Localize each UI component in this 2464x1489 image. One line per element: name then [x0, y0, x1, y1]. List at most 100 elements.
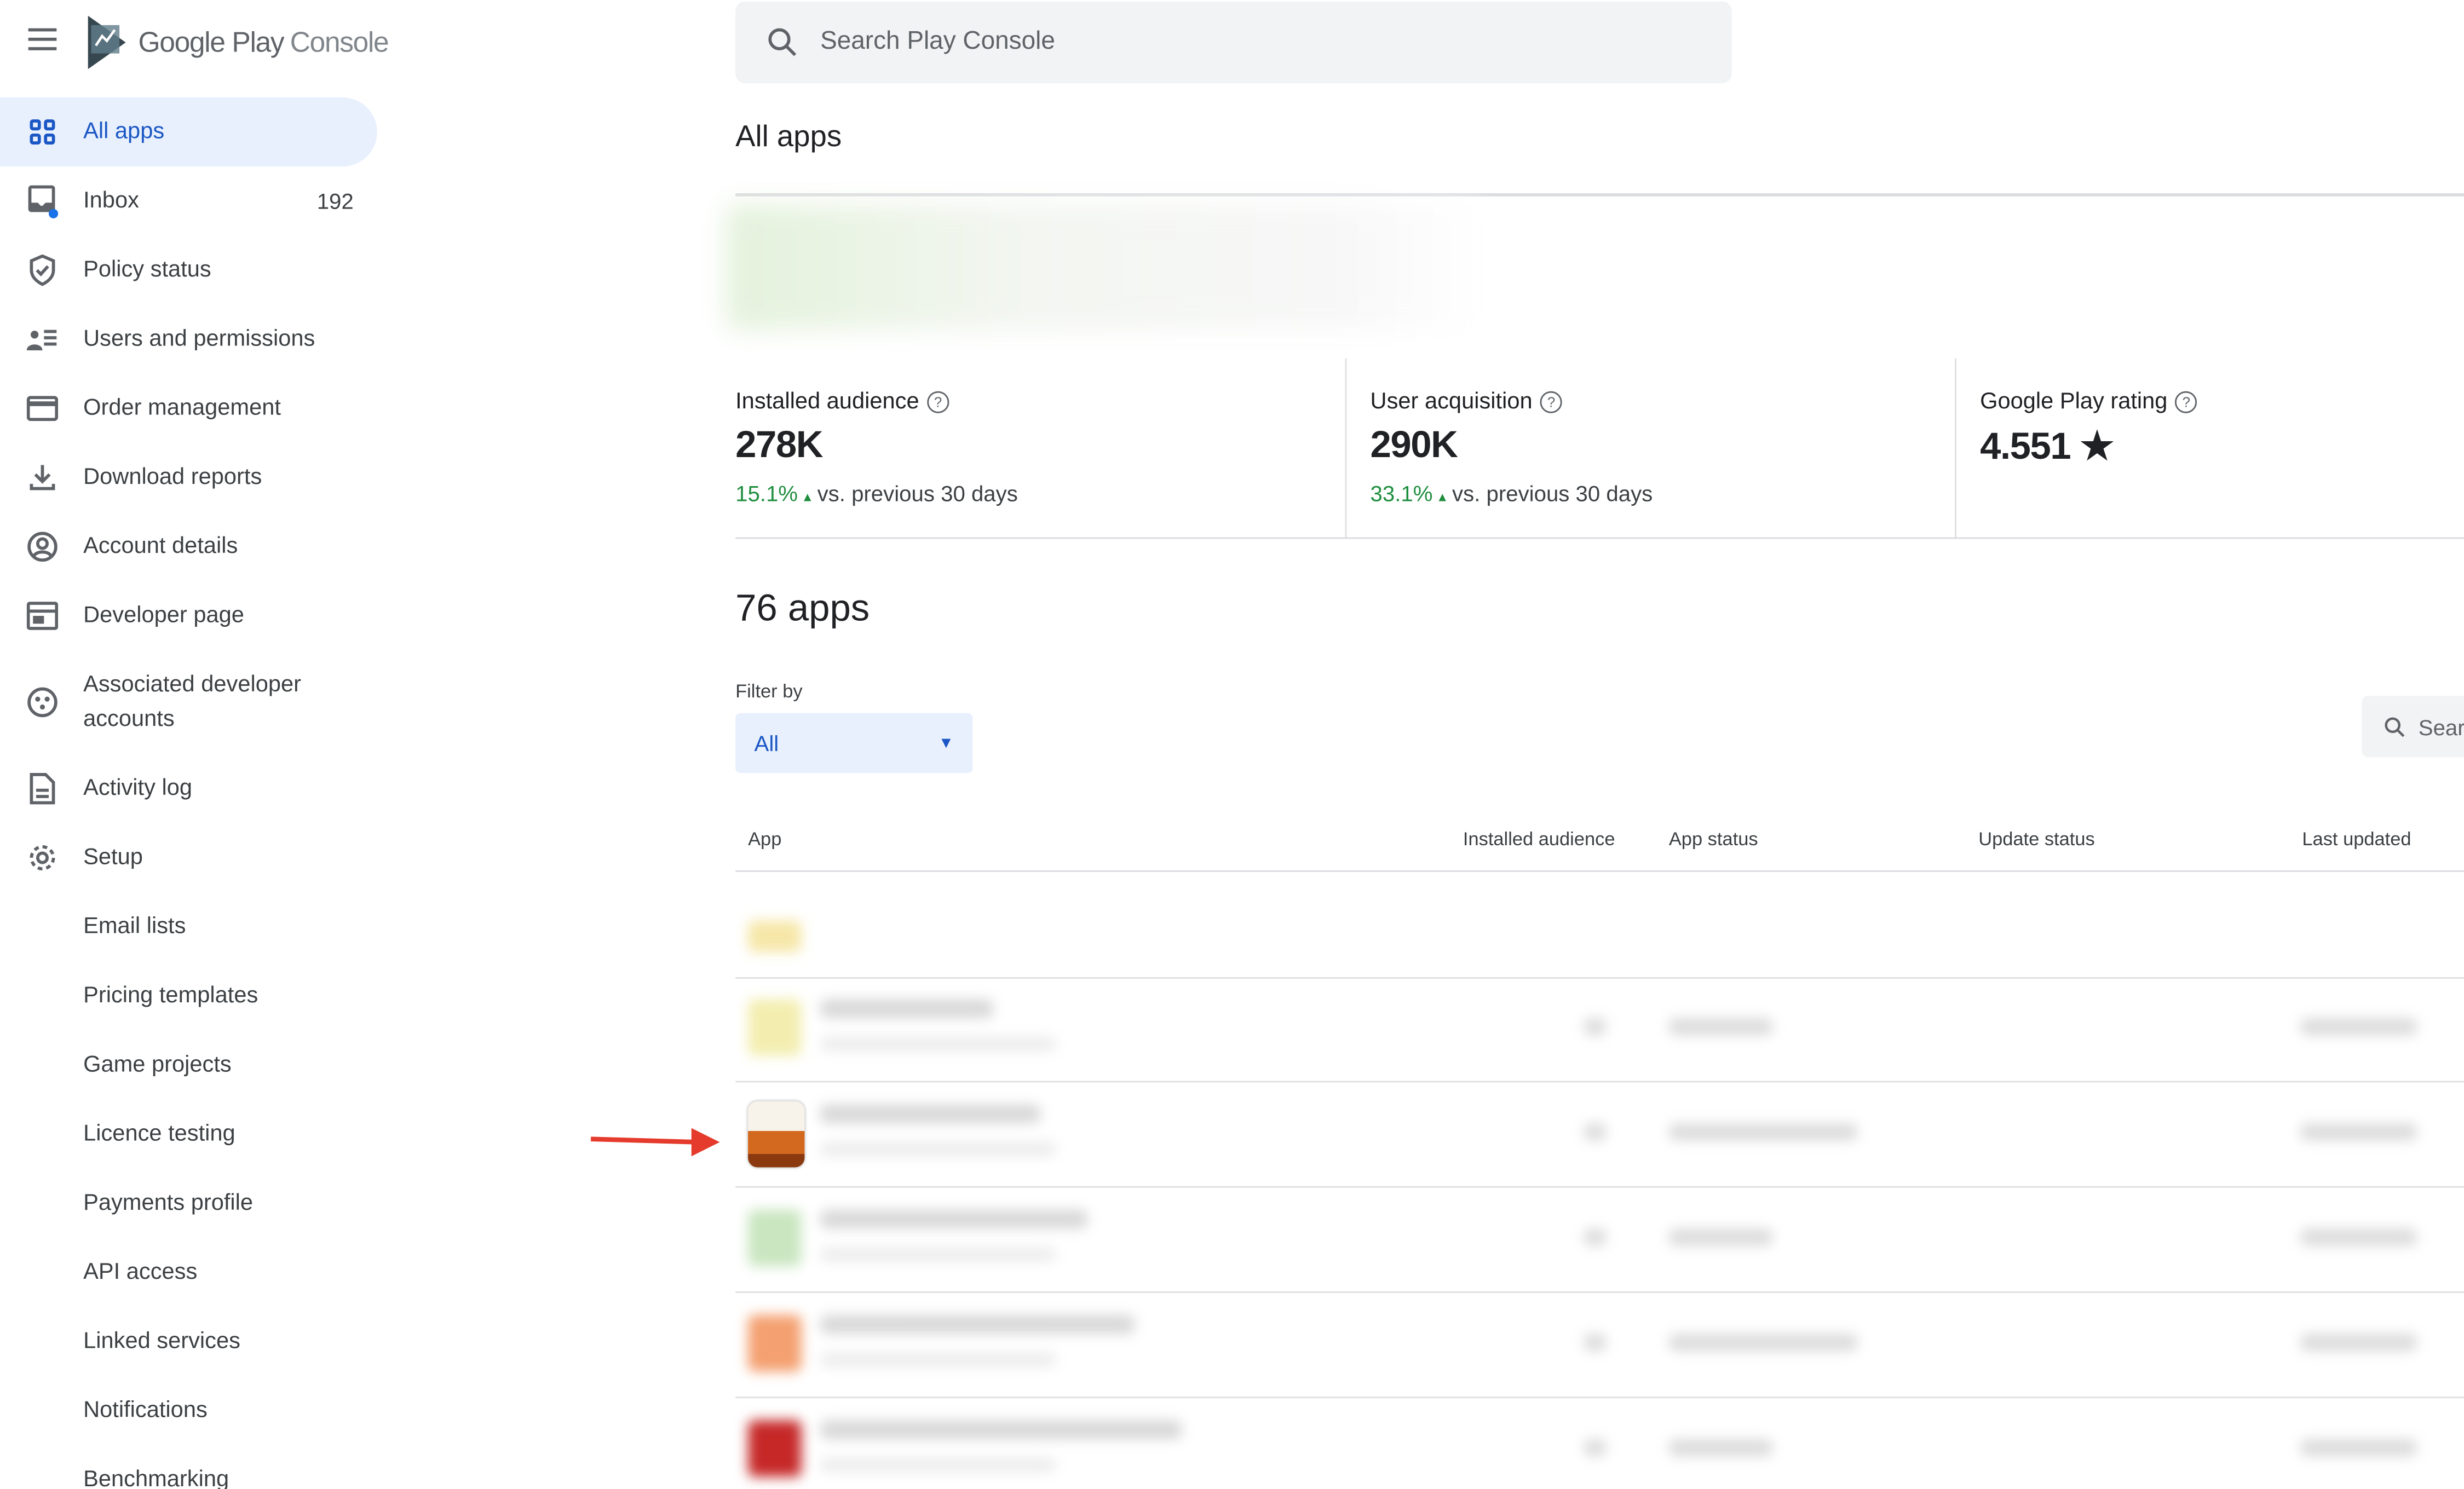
arrow-up-icon: ▲	[1432, 490, 1453, 505]
filter-dropdown[interactable]: All ▼	[735, 713, 973, 773]
search-icon	[2385, 717, 2405, 736]
help-icon[interactable]: ?	[926, 391, 949, 413]
play-logo-icon	[88, 15, 126, 70]
table-row[interactable]	[735, 977, 2464, 1083]
sidebar-item-activity-log[interactable]: Activity log	[0, 754, 377, 823]
sidebar-item-licence-testing[interactable]: Licence testing	[0, 1100, 460, 1169]
metric-change-suffix: vs. previous 30 days	[817, 481, 1018, 506]
app-icon	[748, 920, 802, 953]
web-page-icon	[25, 598, 60, 633]
column-header-last-updated[interactable]: Last updated	[2302, 828, 2411, 850]
sidebar-item-account-details[interactable]: Account details	[0, 512, 377, 581]
sidebar-item-api-access[interactable]: API access	[0, 1238, 460, 1307]
column-header-update-status[interactable]: Update status	[1978, 828, 2095, 850]
sidebar-item-developer-page[interactable]: Developer page	[0, 581, 377, 650]
help-icon[interactable]: ?	[1540, 391, 1563, 413]
sidebar-item-label: Setup	[83, 845, 143, 870]
sidebar-item-label: Developer page	[83, 603, 244, 628]
app-icon	[748, 1420, 802, 1477]
metric-change: 15.1%	[735, 481, 798, 506]
apps-count: 76 apps	[735, 587, 870, 630]
table-row[interactable]	[735, 1188, 2464, 1293]
play-console-logo[interactable]: Google Play Console	[85, 15, 389, 70]
sidebar-item-linked-services[interactable]: Linked services	[0, 1307, 460, 1376]
account-circle-icon	[25, 529, 60, 564]
sidebar-item-game-projects[interactable]: Game projects	[0, 1031, 460, 1100]
table-search-placeholder: Sear	[2418, 714, 2464, 740]
credit-card-icon	[25, 391, 60, 426]
blurred-app-name	[820, 999, 993, 1018]
sidebar-item-label: Linked services	[83, 1329, 240, 1354]
metric-change: 33.1%	[1370, 481, 1433, 506]
blurred-banner	[726, 204, 1481, 330]
metric-installed-audience: Installed audience? 278K 15.1% ▲ vs. pre…	[735, 358, 1347, 539]
sidebar-item-label: Inbox	[83, 188, 139, 214]
blurred-package-name	[820, 1142, 1056, 1157]
star-icon: ★	[2070, 425, 2114, 469]
column-header-installed-audience[interactable]: Installed audience	[1463, 828, 1615, 850]
blurred-app-name	[820, 1209, 1087, 1229]
divider	[735, 537, 2464, 539]
sidebar-item-users-and-permissions[interactable]: Users and permissions	[0, 305, 377, 374]
sidebar-item-benchmarking[interactable]: Benchmarking	[0, 1445, 460, 1489]
menu-icon[interactable]	[28, 28, 57, 50]
blurred-app-name	[820, 1420, 1182, 1439]
sidebar-item-label: Account details	[83, 534, 238, 559]
table-row[interactable]	[735, 1082, 2464, 1188]
column-header-app[interactable]: App	[748, 828, 781, 850]
sidebar-item-order-management[interactable]: Order management	[0, 374, 377, 443]
app-icon	[748, 1315, 802, 1372]
blurred-last-updated	[2300, 1018, 2417, 1036]
blurred-app-status	[1668, 1439, 1773, 1457]
blurred-installed-audience	[1584, 1228, 1607, 1246]
blurred-last-updated	[2300, 1334, 2417, 1352]
blurred-app-status	[1668, 1228, 1773, 1246]
sidebar-item-all-apps[interactable]: All apps	[0, 97, 377, 167]
blurred-installed-audience	[1584, 1334, 1607, 1352]
search-placeholder: Search Play Console	[820, 28, 1055, 55]
table-search-input[interactable]: Sear	[2362, 696, 2464, 758]
sidebar-item-policy-status[interactable]: Policy status	[0, 235, 377, 304]
blurred-app-name	[820, 1315, 1135, 1334]
sidebar-item-label: Users and permissions	[83, 326, 315, 352]
brand-suffix: Console	[290, 26, 389, 57]
table-row[interactable]	[735, 874, 2464, 979]
sidebar-item-inbox[interactable]: Inbox 192	[0, 166, 377, 235]
sidebar-item-label: Email lists	[83, 914, 186, 940]
column-header-app-status[interactable]: App status	[1669, 828, 1758, 850]
blurred-installed-audience	[1584, 1018, 1607, 1036]
sidebar-item-download-reports[interactable]: Download reports	[0, 443, 377, 512]
metric-label: Google Play rating	[1980, 389, 2168, 415]
download-icon	[25, 460, 60, 495]
sidebar-item-email-lists[interactable]: Email lists	[0, 892, 460, 961]
arrow-up-icon: ▲	[798, 490, 818, 505]
help-icon[interactable]: ?	[2175, 391, 2197, 413]
sidebar-item-setup[interactable]: Setup	[0, 823, 377, 892]
sidebar-item-label: Policy status	[83, 257, 211, 283]
app-icon	[748, 1101, 805, 1168]
divider	[735, 193, 2464, 197]
blurred-app-name	[820, 1104, 1040, 1123]
metric-value: 278K	[735, 424, 823, 467]
shield-check-icon	[25, 253, 60, 287]
table-row[interactable]	[735, 1293, 2464, 1399]
search-input[interactable]: Search Play Console	[735, 1, 1732, 84]
sidebar-item-pricing-templates[interactable]: Pricing templates	[0, 961, 460, 1030]
sidebar-item-label: Order management	[83, 396, 281, 422]
sidebar-item-notifications[interactable]: Notifications	[0, 1376, 460, 1445]
gear-icon	[25, 840, 60, 875]
sidebar-item-label: Download reports	[83, 465, 262, 490]
sidebar-item-label: Benchmarking	[83, 1467, 229, 1489]
app-icon	[748, 1209, 802, 1267]
metric-value: 4.551	[1980, 425, 2071, 469]
table-row[interactable]	[735, 1398, 2464, 1489]
sidebar-item-payments-profile[interactable]: Payments profile	[0, 1169, 460, 1238]
divider	[735, 870, 2464, 872]
metric-google-play-rating: Google Play rating? 4.551 ★	[1980, 358, 2451, 539]
sidebar-item-associated-developer-accounts[interactable]: Associated developer accounts	[0, 650, 377, 754]
document-icon	[25, 771, 60, 806]
app-icon	[748, 999, 802, 1056]
caret-down-icon: ▼	[938, 734, 954, 752]
blurred-app-status	[1668, 1123, 1858, 1141]
inbox-icon	[25, 184, 60, 218]
